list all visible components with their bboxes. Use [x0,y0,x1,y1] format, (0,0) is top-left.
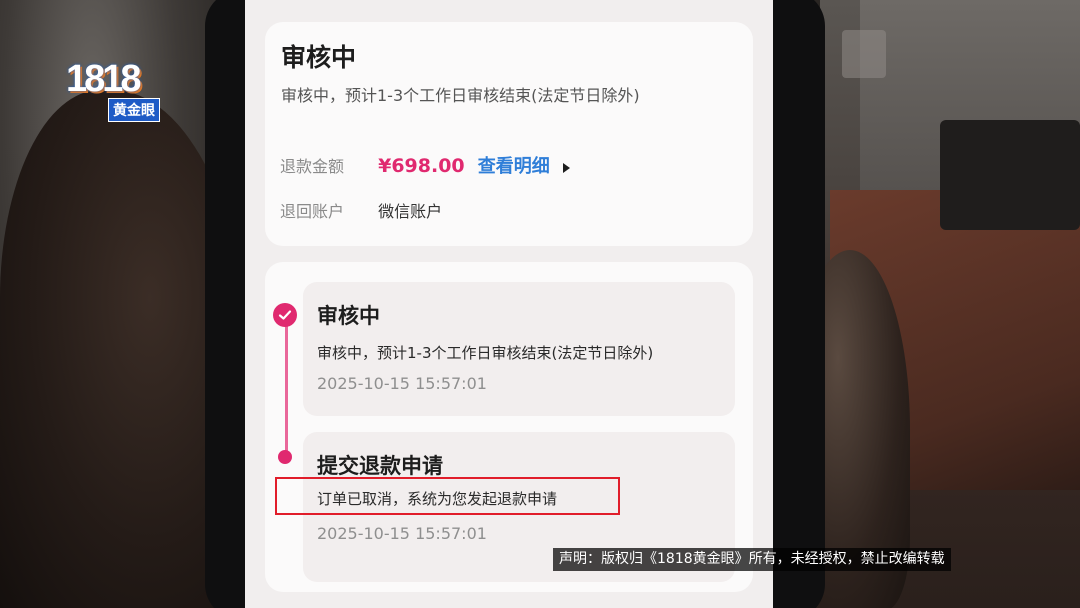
timeline-item-title: 提交退款申请 [317,454,443,478]
timeline-item-description: 审核中，预计1-3个工作日审核结束(法定节日除外) [317,344,654,362]
phone-screen: 审核中 审核中，预计1-3个工作日审核结束(法定节日除外) 退款金额 ¥698.… [245,0,773,608]
triangle-right-icon[interactable] [562,162,570,173]
check-circle-icon [273,303,297,327]
refund-amount-row: 退款金额 ¥698.00 查看明细 [280,152,570,178]
timeline-item-time: 2025-10-15 15:57:01 [317,524,487,543]
logo-text: 黄金眼 [108,98,160,122]
background-device [940,120,1080,230]
refund-summary-card: 审核中 审核中，预计1-3个工作日审核结束(法定节日除外) 退款金额 ¥698.… [265,22,753,246]
refund-account-row: 退回账户 微信账户 [280,198,442,222]
timeline-item-title: 审核中 [317,304,380,328]
highlight-annotation-box [275,477,620,515]
timeline-item-time: 2025-10-15 15:57:01 [317,374,487,393]
status-description: 审核中，预计1-3个工作日审核结束(法定节日除外) [281,86,640,105]
timeline-dot-icon [278,450,292,464]
view-details-link[interactable]: 查看明细 [478,156,550,177]
channel-logo: 1818 黄金眼 [66,58,162,122]
timeline-item: 审核中 审核中，预计1-3个工作日审核结束(法定节日除外) 2025-10-15… [303,282,735,416]
refund-amount-value: ¥698.00 [378,155,465,177]
refund-account-value: 微信账户 [378,202,443,221]
refund-amount-label: 退款金额 [280,157,345,176]
status-title: 审核中 [281,43,357,72]
copyright-disclaimer: 声明：版权归《1818黄金眼》所有，未经授权，禁止改编转载 [553,548,951,571]
timeline-connector [285,316,288,456]
logo-number: 1818 [66,58,142,100]
refund-account-label: 退回账户 [280,202,345,221]
wall-socket [842,30,886,78]
